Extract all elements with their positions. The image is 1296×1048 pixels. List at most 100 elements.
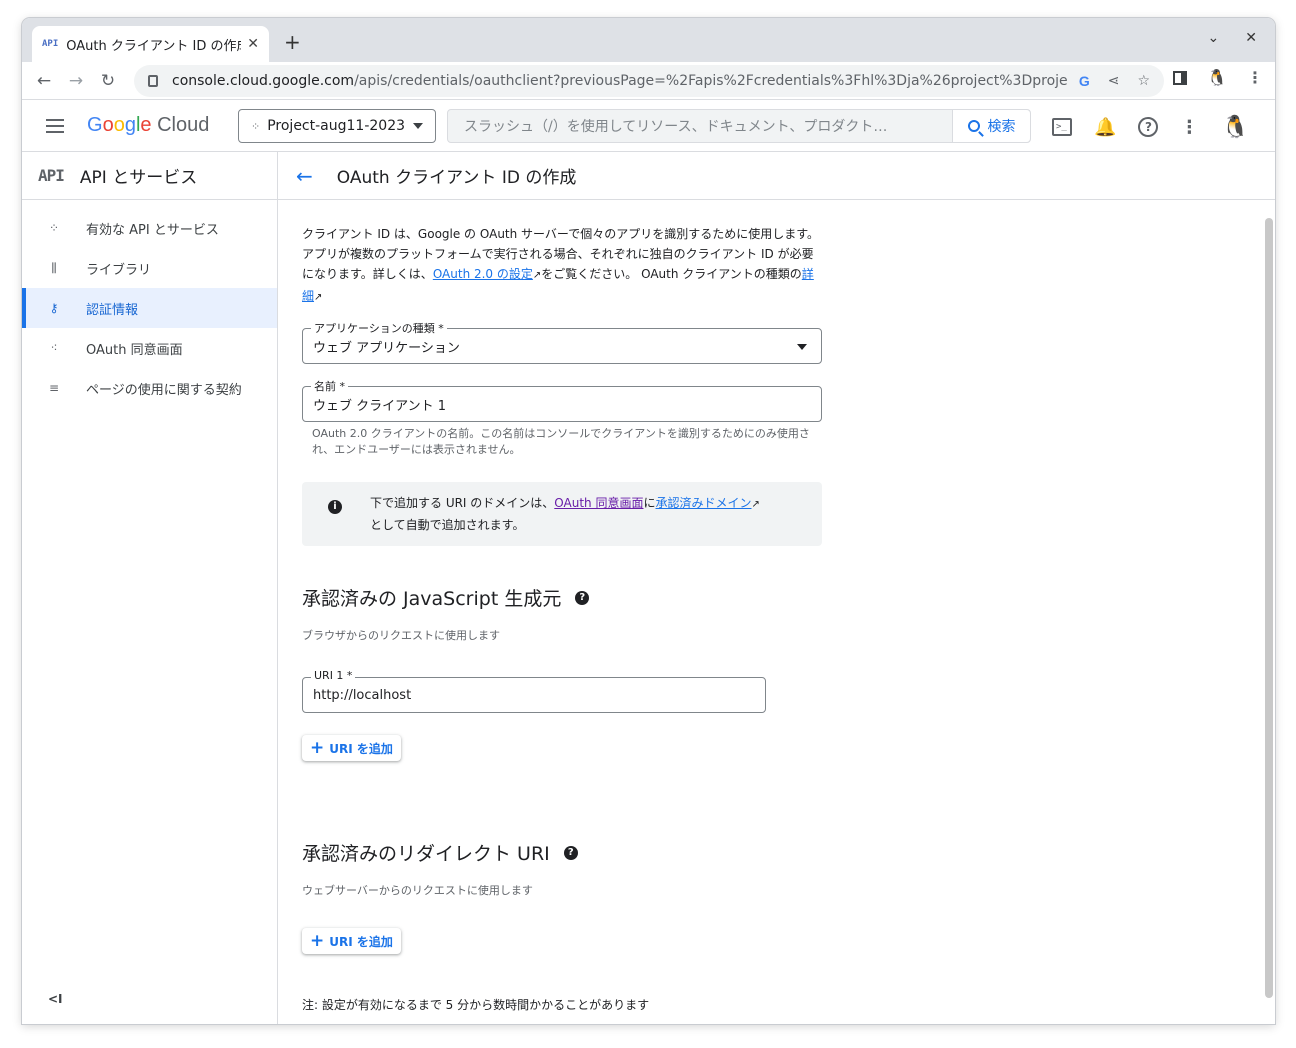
js-origins-heading: 承認済みの JavaScript 生成元 ? — [302, 584, 822, 611]
consent-dots-icon: ⁖ — [50, 341, 58, 355]
redirect-uris-subtitle: ウェブサーバーからのリクエストに使用します — [302, 884, 533, 897]
page-header: ← OAuth クライアント ID の作成 — [278, 152, 1275, 200]
domain-info-box: i 下で追加する URI のドメインは、OAuth 同意画面に承認済みドメイン↗… — [302, 482, 822, 546]
settings-note: 注: 設定が有効になるまで 5 分から数時間かかることがあります — [302, 998, 650, 1012]
back-arrow-icon[interactable]: ← — [28, 71, 60, 91]
lock-icon — [148, 75, 158, 87]
library-icon: ⫼ — [51, 260, 57, 275]
uri-1-field[interactable]: URI 1 * http://localhost — [302, 669, 766, 713]
sidebar-item-enabled-apis[interactable]: ⁘ 有効な API とサービス — [22, 208, 277, 248]
form-container: クライアント ID は、Google の OAuth サーバーで個々のアプリを識… — [302, 200, 822, 1013]
search-input[interactable]: スラッシュ（/）を使用してリソース、ドキュメント、プロダクト… — [448, 116, 952, 136]
settings-list-icon: ≡ — [48, 381, 60, 395]
dropdown-arrow-icon — [797, 344, 807, 350]
name-field[interactable]: 名前 * ウェブ クライアント 1 — [302, 378, 822, 422]
sidebar-item-page-usage-agreements[interactable]: ≡ ページの使用に関する契約 — [22, 368, 277, 408]
api-icon: API — [38, 166, 65, 185]
search-icon — [967, 120, 980, 132]
scrollbar[interactable] — [1265, 218, 1273, 998]
logo-cloud-text: Cloud — [157, 114, 210, 136]
add-uri-label: URI を追加 — [329, 934, 393, 949]
browser-toolbar: ← → ↻ console.cloud.google.com/apis/cred… — [22, 62, 1275, 100]
info-text-1: 下で追加する URI のドメインは、 — [370, 496, 555, 510]
reload-icon[interactable]: ↻ — [92, 71, 124, 91]
page-title: OAuth クライアント ID の作成 — [336, 168, 577, 188]
google-lens-icon[interactable]: G — [1079, 73, 1090, 89]
close-tab-icon[interactable]: ✕ — [247, 36, 259, 52]
sidebar-item-credentials[interactable]: ⚷ 認証情報 — [22, 288, 277, 328]
search-bar: スラッシュ（/）を使用してリソース、ドキュメント、プロダクト… 検索 — [447, 109, 1031, 143]
help-icon[interactable]: ? — [1138, 117, 1159, 137]
side-panel-icon[interactable] — [1173, 70, 1188, 85]
application-type-select[interactable]: アプリケーションの種類 * ウェブ アプリケーション — [302, 320, 822, 364]
url-host: console.cloud.google.com — [172, 73, 355, 89]
hamburger-menu-icon[interactable] — [46, 119, 64, 133]
add-js-origin-uri-button[interactable]: + URI を追加 — [302, 735, 401, 761]
project-hierarchy-icon: ⁘ — [251, 119, 260, 133]
address-bar[interactable]: console.cloud.google.com/apis/credential… — [134, 65, 1164, 97]
api-favicon-icon: API — [42, 39, 59, 49]
oauth-consent-link[interactable]: OAuth 同意画面 — [554, 496, 643, 510]
sidebar-item-library[interactable]: ⫼ ライブラリ — [22, 248, 277, 288]
notifications-bell-icon[interactable]: 🔔 — [1094, 117, 1116, 138]
redirect-uris-title: 承認済みのリダイレクト URI — [302, 843, 550, 865]
more-vert-icon[interactable]: ⋮ — [1180, 117, 1198, 138]
new-tab-icon[interactable]: + — [284, 30, 301, 54]
info-text-2: に — [643, 496, 656, 510]
name-hint: OAuth 2.0 クライアントの名前。この名前はコンソールでクライアントを識別… — [312, 427, 810, 456]
info-icon: i — [328, 500, 342, 514]
sidebar-item-label: OAuth 同意画面 — [86, 342, 183, 358]
tab-title: OAuth クライアント ID の作成 — [66, 38, 242, 54]
search-button[interactable]: 検索 — [952, 110, 1030, 142]
info-text-3: として自動で追加されます。 — [370, 518, 525, 532]
plus-icon: + — [310, 737, 325, 758]
sidebar-item-label: ページの使用に関する契約 — [86, 382, 242, 398]
sidebar-item-label: 認証情報 — [86, 302, 139, 318]
intro-text-2: をご覧ください。 OAuth クライアントの種類の — [541, 267, 802, 281]
authorized-domains-link[interactable]: 承認済みドメイン — [656, 496, 752, 510]
project-name: Project-aug11-2023 — [267, 118, 406, 134]
search-button-label: 検索 — [987, 119, 1016, 135]
js-origins-subtitle: ブラウザからのリクエストに使用します — [302, 629, 500, 642]
oauth-settings-link[interactable]: OAuth 2.0 の設定 — [433, 267, 533, 281]
key-icon: ⚷ — [49, 301, 59, 315]
window-close-icon[interactable]: ✕ — [1245, 30, 1257, 46]
account-avatar[interactable]: 🐧 — [1220, 112, 1251, 142]
sidebar-item-label: 有効な API とサービス — [86, 222, 219, 238]
plus-icon: + — [310, 930, 325, 951]
main-content: ← OAuth クライアント ID の作成 クライアント ID は、Google… — [278, 152, 1275, 1024]
profile-penguin-icon[interactable]: 🐧 — [1207, 68, 1227, 87]
cloud-console-header: Google Cloud ⁘ Project-aug11-2023 スラッシュ（… — [22, 100, 1275, 152]
forward-arrow-icon[interactable]: → — [60, 71, 92, 91]
tab-strip: API OAuth クライアント ID の作成 ✕ + ⌄ ✕ — [22, 18, 1275, 62]
add-redirect-uri-button[interactable]: + URI を追加 — [302, 928, 401, 954]
logo-google-text: Google — [87, 114, 152, 136]
name-field-label: 名前 * — [311, 378, 348, 394]
external-link-icon: ↗ — [751, 499, 760, 510]
cloud-shell-icon[interactable]: >_ — [1052, 118, 1072, 136]
browser-menu-icon[interactable]: ⋮ — [1247, 68, 1263, 87]
sidebar: API API とサービス ⁘ 有効な API とサービス ⫼ ライブラリ ⚷ … — [22, 152, 278, 1024]
collapse-sidebar-icon[interactable]: <I — [48, 992, 63, 1006]
bookmark-star-icon[interactable]: ☆ — [1137, 73, 1150, 89]
sidebar-item-label: ライブラリ — [86, 262, 152, 278]
tab-search-chevron-icon[interactable]: ⌄ — [1208, 30, 1220, 46]
project-selector[interactable]: ⁘ Project-aug11-2023 — [238, 109, 436, 143]
name-field-value: ウェブ クライアント 1 — [313, 398, 447, 414]
sidebar-header: API API とサービス — [22, 152, 277, 200]
uri-1-value: http://localhost — [313, 687, 412, 703]
url-path: /apis/credentials/oauthclient?previousPa… — [354, 73, 1067, 89]
browser-tab[interactable]: API OAuth クライアント ID の作成 ✕ — [32, 26, 269, 62]
redirect-uris-heading: 承認済みのリダイレクト URI ? — [302, 839, 822, 866]
add-uri-label: URI を追加 — [329, 741, 393, 756]
external-link-icon: ↗ — [314, 292, 323, 303]
sidebar-item-oauth-consent[interactable]: ⁖ OAuth 同意画面 — [22, 328, 277, 368]
help-icon[interactable]: ? — [563, 845, 578, 860]
google-cloud-logo[interactable]: Google Cloud — [87, 114, 209, 137]
share-icon[interactable]: ⋖ — [1108, 73, 1120, 89]
back-arrow-icon[interactable]: ← — [296, 164, 313, 188]
application-type-label: アプリケーションの種類 * — [311, 320, 447, 336]
uri-1-label: URI 1 * — [311, 669, 356, 682]
help-icon[interactable]: ? — [575, 590, 590, 605]
js-origins-title: 承認済みの JavaScript 生成元 — [302, 588, 562, 610]
